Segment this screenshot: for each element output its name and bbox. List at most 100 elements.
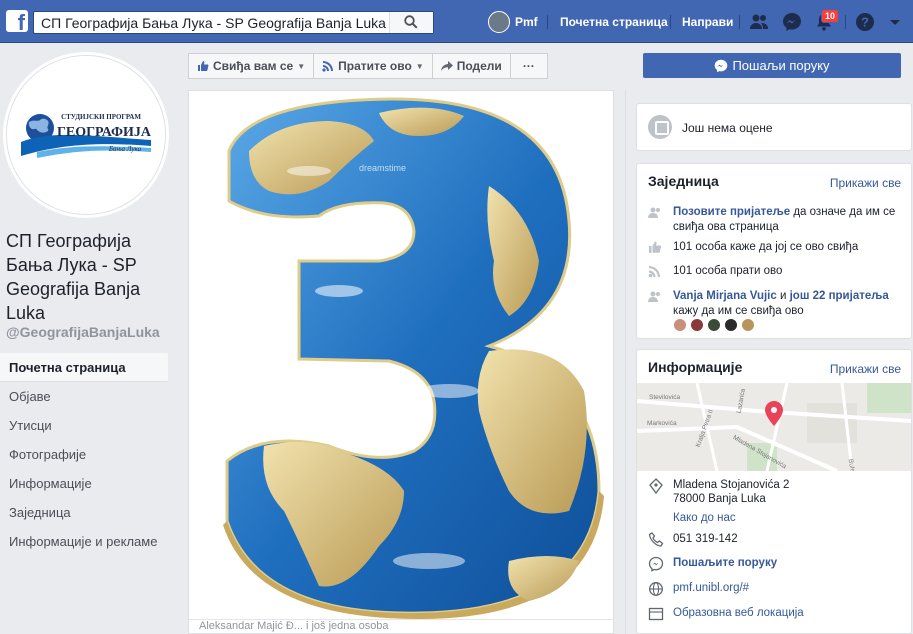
- friend-avatars: [673, 318, 758, 332]
- profile-link[interactable]: Pmf: [488, 0, 538, 43]
- leftnav-item-about[interactable]: Информације: [0, 469, 168, 498]
- avatar[interactable]: [707, 318, 721, 332]
- messenger-icon: [715, 59, 728, 72]
- nav-divider: [547, 15, 548, 29]
- top-navigation-bar: f СП Географија Бања Лука - SP Geografij…: [0, 0, 913, 43]
- leftnav-item-home[interactable]: Почетна страница: [0, 353, 168, 382]
- send-message-label: Пошаљи поруку: [732, 58, 830, 73]
- logo-text-line2: ГЕОГРАФИЈА: [57, 125, 152, 140]
- page-category-link[interactable]: Образовна веб локација: [673, 606, 908, 620]
- friend-requests-icon[interactable]: [749, 12, 769, 32]
- send-message-button[interactable]: Пошаљи поруку: [643, 53, 901, 78]
- message-row: Пошаљите поруку: [648, 556, 908, 572]
- phone-icon: [648, 532, 664, 547]
- search-field[interactable]: СП Географија Бања Лука - SP Geografija …: [33, 11, 434, 34]
- search-icon: [404, 15, 418, 29]
- friends-like-text: кажу да им се свиђа ово: [673, 305, 804, 317]
- logo-text-line1: СТУДИЈСКИ ПРОГРАМ: [61, 113, 141, 121]
- messenger-icon: [648, 556, 664, 572]
- location-map[interactable]: Stevilovića Markovića Kralja Petra II Ml…: [637, 383, 911, 471]
- avatar[interactable]: [673, 318, 687, 332]
- logo-text-line3: Бања Лука: [108, 145, 142, 153]
- avatar[interactable]: [741, 318, 755, 332]
- like-label: Свиђа вам се: [213, 59, 294, 73]
- category-tag-icon: [648, 607, 664, 621]
- search-input[interactable]: СП Географија Бања Лука - SP Geografija …: [41, 15, 386, 31]
- friends-icon: [648, 291, 660, 302]
- search-button[interactable]: [389, 12, 433, 33]
- friends-like-row: Vanja Mirjana Vujic и још 22 пријатеља ка…: [648, 289, 908, 319]
- create-link[interactable]: Направи: [682, 0, 733, 43]
- caret-down-icon: ▼: [415, 61, 424, 71]
- create-label: Направи: [682, 14, 734, 29]
- avatar: [488, 10, 510, 33]
- post-image[interactable]: dreamstime: [189, 91, 613, 619]
- help-icon[interactable]: ?: [855, 12, 875, 32]
- globe-icon: [649, 582, 663, 596]
- category-row: Образовна веб локација: [648, 606, 908, 621]
- more-dots-icon: ···: [522, 59, 535, 73]
- profile-name: Pmf: [515, 14, 538, 29]
- about-see-all-link[interactable]: Прикажи све: [830, 362, 901, 376]
- no-ratings-text: Још нема оцене: [682, 121, 773, 135]
- leftnav-item-community[interactable]: Заједница: [0, 498, 168, 527]
- follow-page-button[interactable]: Пратите ово ▼: [313, 53, 432, 79]
- avatar[interactable]: [724, 318, 738, 332]
- avatar[interactable]: [690, 318, 704, 332]
- nav-divider: [670, 15, 671, 29]
- follow-label: Пратите ово: [338, 59, 412, 73]
- share-page-button[interactable]: Подели: [431, 53, 510, 79]
- address-row: Mladena Stojanovića 2 78000 Banja Luka: [648, 478, 908, 506]
- map-image: Stevilovića Markovića Kralja Petra II Ml…: [637, 383, 911, 471]
- address-line1: Mladena Stojanovića 2: [673, 479, 790, 491]
- invite-friends-link[interactable]: Позовите пријатеље: [673, 206, 790, 218]
- friend-name-link[interactable]: Vanja Mirjana Vujic: [673, 290, 777, 302]
- community-card: Заједница Прикажи све Позовите пријатеље…: [636, 163, 912, 339]
- leftnav-item-reviews[interactable]: Утисци: [0, 411, 168, 440]
- post-reactions-text[interactable]: Aleksandar Majić Đ... i još jedna osoba: [199, 620, 389, 632]
- page-title[interactable]: СП Географија Бања Лука - SP Geografija …: [6, 229, 171, 325]
- leftnav-item-photos[interactable]: Фотографије: [0, 440, 168, 469]
- featured-post-card: dreamstime Aleksandar Majić Đ... i još j…: [188, 90, 614, 634]
- leftnav-item-posts[interactable]: Објаве: [0, 382, 168, 411]
- page-username[interactable]: @GeografijaBanjaLuka: [6, 324, 160, 340]
- phone-row: 051 319-142: [648, 532, 908, 547]
- map-street-label: Stevilovića: [649, 394, 680, 401]
- directions-row: Како до нас: [648, 511, 908, 525]
- share-arrow-icon: [440, 61, 453, 71]
- website-link[interactable]: pmf.unibl.org/#: [673, 581, 908, 595]
- home-link[interactable]: Почетна страница: [560, 0, 668, 43]
- page-logo-image: СТУДИЈСКИ ПРОГРАМ ГЕОГРАФИЈА Бања Лука: [7, 56, 165, 214]
- review-bubble-icon: [648, 115, 672, 139]
- watermark-text: dreamstime: [359, 163, 406, 173]
- get-directions-link[interactable]: Како до нас: [673, 511, 908, 525]
- send-message-link[interactable]: Пошаљите поруку: [673, 556, 908, 570]
- facebook-logo-icon[interactable]: f: [6, 10, 28, 34]
- rss-follow-icon: [322, 61, 334, 72]
- location-icon: [649, 478, 663, 494]
- notifications-badge: 10: [821, 9, 840, 23]
- likes-count-row: 101 особа каже да јој се ово свиђа: [648, 240, 908, 255]
- friends-and-text: и: [776, 290, 790, 302]
- like-page-button[interactable]: Свиђа вам се ▼: [188, 53, 314, 79]
- more-options-button[interactable]: ···: [509, 53, 548, 79]
- community-see-all-link[interactable]: Прикажи све: [830, 176, 901, 190]
- website-row: pmf.unibl.org/#: [648, 581, 908, 596]
- column-divider: [625, 90, 626, 634]
- more-friends-link[interactable]: још 22 пријатеља: [790, 290, 889, 302]
- page-profile-picture[interactable]: СТУДИЈСКИ ПРОГРАМ ГЕОГРАФИЈА Бања Лука: [6, 55, 166, 215]
- phone-number[interactable]: 051 319-142: [673, 532, 908, 546]
- leftnav-item-info-and-ads[interactable]: Информације и рекламе: [0, 527, 168, 556]
- invite-friends-row: Позовите пријатеље да означе да им се св…: [648, 205, 908, 235]
- left-column: СТУДИЈСКИ ПРОГРАМ ГЕОГРАФИЈА Бања Лука С…: [0, 43, 178, 634]
- thumbs-up-icon: [649, 241, 662, 253]
- account-menu-arrow-icon[interactable]: [888, 12, 902, 32]
- follows-count-row: 101 особа прати ово: [648, 264, 908, 279]
- page-navigation: Почетна страница Објаве Утисци Фотографи…: [0, 353, 168, 556]
- thumbs-up-icon: [198, 61, 209, 71]
- map-street-label: Markovića: [647, 420, 677, 427]
- invite-friends-icon: [648, 207, 660, 218]
- rss-follow-icon: [648, 266, 660, 278]
- messenger-icon[interactable]: [782, 12, 802, 32]
- post-footer: Aleksandar Majić Đ... i još jedna osoba: [189, 619, 613, 633]
